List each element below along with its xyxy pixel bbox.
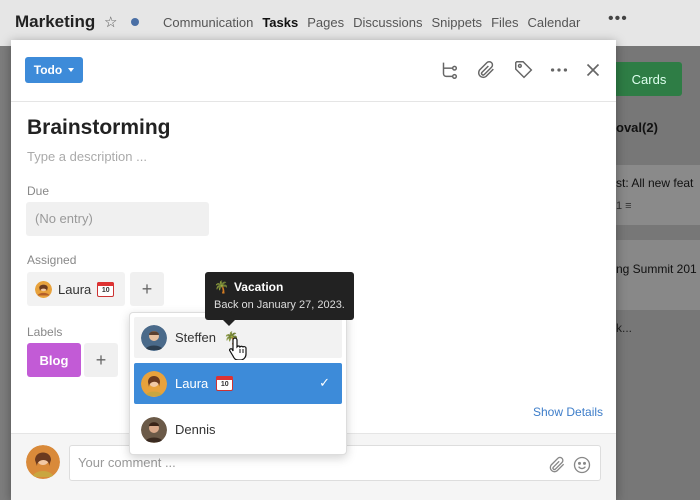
tag-icon[interactable] bbox=[513, 59, 535, 81]
nav-pages[interactable]: Pages bbox=[307, 15, 344, 30]
dropdown-item-name: Laura bbox=[175, 376, 209, 391]
assignee-name: Laura bbox=[58, 281, 92, 297]
nav-files[interactable]: Files bbox=[491, 15, 518, 30]
assignee-dropdown: Steffen 🌴 Laura 10 ✓ Dennis bbox=[129, 312, 347, 455]
comment-placeholder: Your comment ... bbox=[78, 455, 176, 470]
avatar bbox=[141, 416, 167, 443]
dropdown-item-name: Dennis bbox=[175, 422, 216, 437]
column-title: oval(2) bbox=[616, 120, 658, 135]
app-title: Marketing bbox=[15, 12, 96, 31]
background-card-text: st: All new feat bbox=[616, 176, 694, 190]
dropdown-item-laura[interactable]: Laura 10 ✓ bbox=[134, 363, 342, 404]
emoji-icon[interactable] bbox=[572, 454, 592, 474]
nav-snippets[interactable]: Snippets bbox=[431, 15, 482, 30]
label-tag[interactable]: Blog bbox=[27, 343, 81, 377]
assigned-label: Assigned bbox=[27, 253, 77, 267]
background-card[interactable] bbox=[616, 165, 700, 225]
more-icon[interactable]: ••• bbox=[608, 10, 628, 28]
dropdown-item-name: Steffen bbox=[175, 330, 216, 345]
nav-discussions[interactable]: Discussions bbox=[353, 15, 422, 30]
hand-cursor-icon bbox=[229, 337, 247, 360]
due-label: Due bbox=[27, 184, 50, 198]
calendar-icon: 10 bbox=[97, 281, 115, 297]
subtask-icon[interactable] bbox=[438, 59, 460, 81]
more-options-icon[interactable] bbox=[548, 59, 570, 81]
attachment-icon[interactable] bbox=[547, 454, 567, 474]
nav-tasks[interactable]: Tasks bbox=[262, 15, 298, 30]
show-details-link[interactable]: Show Details bbox=[533, 405, 603, 419]
tooltip-subtitle: Back on January 27, 2023. bbox=[214, 299, 345, 311]
star-icon[interactable]: ☆ bbox=[104, 13, 117, 31]
tooltip-title: 🌴 Vacation bbox=[214, 280, 283, 294]
assignee-chip[interactable]: Laura 10 bbox=[27, 272, 125, 306]
due-date-field[interactable]: (No entry) bbox=[26, 202, 209, 236]
dropdown-item-dennis[interactable]: Dennis bbox=[134, 409, 342, 450]
labels-label: Labels bbox=[27, 325, 63, 339]
vacation-tooltip: 🌴 Vacation Back on January 27, 2023. bbox=[205, 272, 354, 326]
tooltip-title-text: Vacation bbox=[233, 280, 284, 294]
avatar bbox=[141, 324, 167, 351]
status-label: Todo bbox=[33, 63, 63, 77]
description-input[interactable]: Type a description ... bbox=[27, 149, 147, 164]
cards-button[interactable]: Cards bbox=[616, 62, 682, 96]
attachment-icon[interactable] bbox=[475, 59, 497, 81]
nav-calendar[interactable]: Calendar bbox=[528, 15, 581, 30]
avatar bbox=[26, 445, 60, 479]
avatar bbox=[35, 280, 52, 298]
modal-header: Todo bbox=[11, 40, 616, 102]
add-label-button[interactable]: + bbox=[84, 343, 118, 377]
palm-tree-icon: 🌴 bbox=[214, 280, 229, 294]
checkmark-icon: ✓ bbox=[319, 375, 330, 390]
background-card-text: ng Summit 201 bbox=[616, 262, 697, 276]
status-dropdown-button[interactable]: Todo bbox=[25, 57, 83, 83]
background-card-meta: 1 ≡ bbox=[616, 200, 632, 212]
avatar bbox=[141, 370, 167, 397]
add-assignee-button[interactable]: + bbox=[130, 272, 164, 306]
calendar-icon: 10 bbox=[216, 376, 234, 391]
nav-communication[interactable]: Communication bbox=[163, 15, 253, 30]
close-icon[interactable] bbox=[582, 59, 604, 81]
caret-down-icon bbox=[68, 68, 75, 72]
app-nav: Communication Tasks Pages Discussions Sn… bbox=[163, 15, 589, 30]
status-dot bbox=[131, 18, 139, 26]
task-title[interactable]: Brainstorming bbox=[27, 116, 171, 140]
background-card-text: k... bbox=[616, 321, 633, 335]
